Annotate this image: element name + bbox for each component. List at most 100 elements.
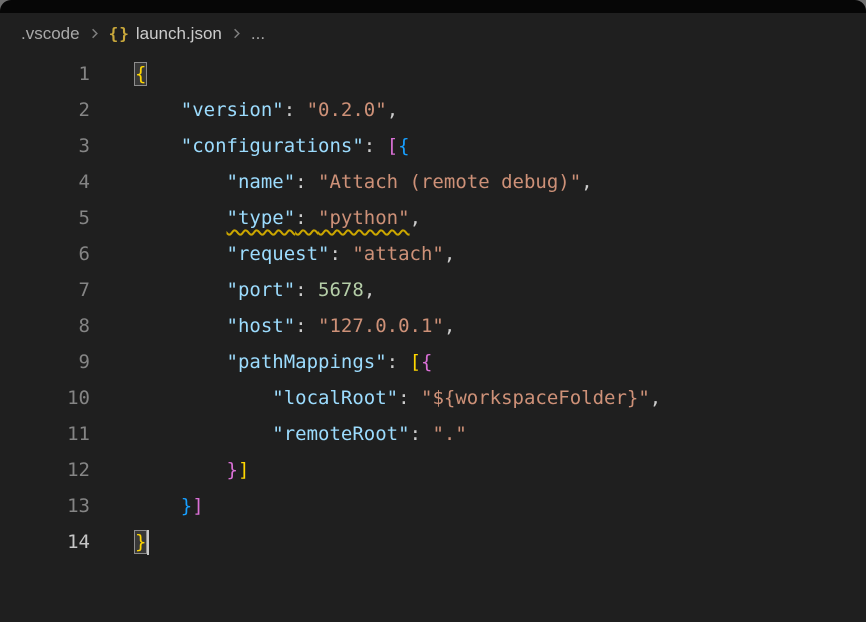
code-token: , bbox=[581, 171, 592, 193]
code-token: : bbox=[295, 279, 318, 301]
code-token: } bbox=[227, 459, 238, 481]
code-content: { bbox=[135, 56, 866, 92]
code-token: "configurations" bbox=[181, 135, 364, 157]
chevron-right-icon bbox=[229, 26, 244, 41]
code-line[interactable]: 1{ bbox=[0, 56, 866, 92]
code-line[interactable]: 12 }] bbox=[0, 452, 866, 488]
code-token: "." bbox=[432, 423, 466, 445]
indent-whitespace bbox=[135, 99, 181, 121]
line-number: 5 bbox=[0, 200, 90, 236]
code-content: } bbox=[135, 524, 866, 560]
code-line[interactable]: 5 "type": "python", bbox=[0, 200, 866, 236]
code-line[interactable]: 7 "port": 5678, bbox=[0, 272, 866, 308]
code-editor[interactable]: 1{2 "version": "0.2.0",3 "configurations… bbox=[0, 54, 866, 560]
code-content: }] bbox=[135, 452, 866, 488]
line-number: 4 bbox=[0, 164, 90, 200]
text-cursor bbox=[147, 530, 149, 555]
line-number: 8 bbox=[0, 308, 90, 344]
code-content: }] bbox=[135, 488, 866, 524]
code-token: [ bbox=[410, 351, 421, 373]
breadcrumb-file-label: launch.json bbox=[136, 24, 222, 44]
code-token: { bbox=[421, 351, 432, 373]
line-number: 11 bbox=[0, 416, 90, 452]
code-line[interactable]: 4 "name": "Attach (remote debug)", bbox=[0, 164, 866, 200]
indent-whitespace bbox=[135, 315, 227, 337]
code-token: } bbox=[181, 495, 192, 517]
breadcrumb-folder[interactable]: .vscode bbox=[21, 24, 80, 44]
code-token: "host" bbox=[227, 315, 296, 337]
code-content: "remoteRoot": "." bbox=[135, 416, 866, 452]
breadcrumb-symbol[interactable]: ... bbox=[251, 24, 265, 44]
matched-bracket: } bbox=[135, 531, 146, 553]
indent-whitespace bbox=[135, 387, 272, 409]
line-number: 13 bbox=[0, 488, 90, 524]
breadcrumb-file[interactable]: {} launch.json bbox=[109, 24, 222, 44]
code-token: "name" bbox=[227, 171, 296, 193]
code-content: "request": "attach", bbox=[135, 236, 866, 272]
indent-whitespace bbox=[135, 423, 272, 445]
matched-bracket: { bbox=[135, 63, 146, 85]
chevron-right-icon bbox=[87, 26, 102, 41]
code-token: : bbox=[387, 351, 410, 373]
indent-whitespace bbox=[135, 171, 227, 193]
line-number: 2 bbox=[0, 92, 90, 128]
indent-whitespace bbox=[135, 495, 181, 517]
code-line[interactable]: 3 "configurations": [{ bbox=[0, 128, 866, 164]
code-line[interactable]: 2 "version": "0.2.0", bbox=[0, 92, 866, 128]
code-token: ] bbox=[192, 495, 203, 517]
code-token: : bbox=[295, 207, 318, 229]
code-token: "localRoot" bbox=[272, 387, 398, 409]
line-number: 6 bbox=[0, 236, 90, 272]
code-token: : bbox=[295, 171, 318, 193]
code-content: "configurations": [{ bbox=[135, 128, 866, 164]
code-token: , bbox=[364, 279, 375, 301]
code-token: "request" bbox=[227, 243, 330, 265]
breadcrumb: .vscode {} launch.json ... bbox=[0, 13, 866, 54]
indent-whitespace bbox=[135, 207, 227, 229]
indent-whitespace bbox=[135, 351, 227, 373]
code-token: "type" bbox=[227, 207, 296, 229]
line-number: 1 bbox=[0, 56, 90, 92]
code-line[interactable]: 11 "remoteRoot": "." bbox=[0, 416, 866, 452]
code-token: 5678 bbox=[318, 279, 364, 301]
code-content: "host": "127.0.0.1", bbox=[135, 308, 866, 344]
code-token: : bbox=[329, 243, 352, 265]
code-line[interactable]: 9 "pathMappings": [{ bbox=[0, 344, 866, 380]
code-line[interactable]: 14} bbox=[0, 524, 866, 560]
code-token: "remoteRoot" bbox=[272, 423, 409, 445]
line-number: 10 bbox=[0, 380, 90, 416]
code-content: "pathMappings": [{ bbox=[135, 344, 866, 380]
code-line[interactable]: 13 }] bbox=[0, 488, 866, 524]
code-token: "${workspaceFolder}" bbox=[421, 387, 650, 409]
code-token: , bbox=[444, 315, 455, 337]
window-titlebar bbox=[0, 0, 866, 13]
code-token: , bbox=[444, 243, 455, 265]
code-token: : bbox=[284, 99, 307, 121]
code-token: : bbox=[364, 135, 387, 157]
code-content: "version": "0.2.0", bbox=[135, 92, 866, 128]
indent-whitespace bbox=[135, 135, 181, 157]
code-content: "name": "Attach (remote debug)", bbox=[135, 164, 866, 200]
code-token: "Attach (remote debug)" bbox=[318, 171, 581, 193]
code-token: [ bbox=[387, 135, 398, 157]
code-token: : bbox=[410, 423, 433, 445]
code-line[interactable]: 10 "localRoot": "${workspaceFolder}", bbox=[0, 380, 866, 416]
code-token: "python" bbox=[318, 207, 410, 229]
line-number: 9 bbox=[0, 344, 90, 380]
code-content: "type": "python", bbox=[135, 200, 866, 236]
code-line[interactable]: 6 "request": "attach", bbox=[0, 236, 866, 272]
json-braces-icon: {} bbox=[109, 24, 130, 43]
line-number: 14 bbox=[0, 524, 90, 560]
line-number: 7 bbox=[0, 272, 90, 308]
code-token: ] bbox=[238, 459, 249, 481]
code-token: "attach" bbox=[352, 243, 444, 265]
code-token: , bbox=[410, 207, 421, 229]
code-token: "0.2.0" bbox=[307, 99, 387, 121]
code-content: "port": 5678, bbox=[135, 272, 866, 308]
code-token: { bbox=[398, 135, 409, 157]
code-line[interactable]: 8 "host": "127.0.0.1", bbox=[0, 308, 866, 344]
indent-whitespace bbox=[135, 243, 227, 265]
code-token: "pathMappings" bbox=[227, 351, 387, 373]
indent-whitespace bbox=[135, 279, 227, 301]
code-content: "localRoot": "${workspaceFolder}", bbox=[135, 380, 866, 416]
